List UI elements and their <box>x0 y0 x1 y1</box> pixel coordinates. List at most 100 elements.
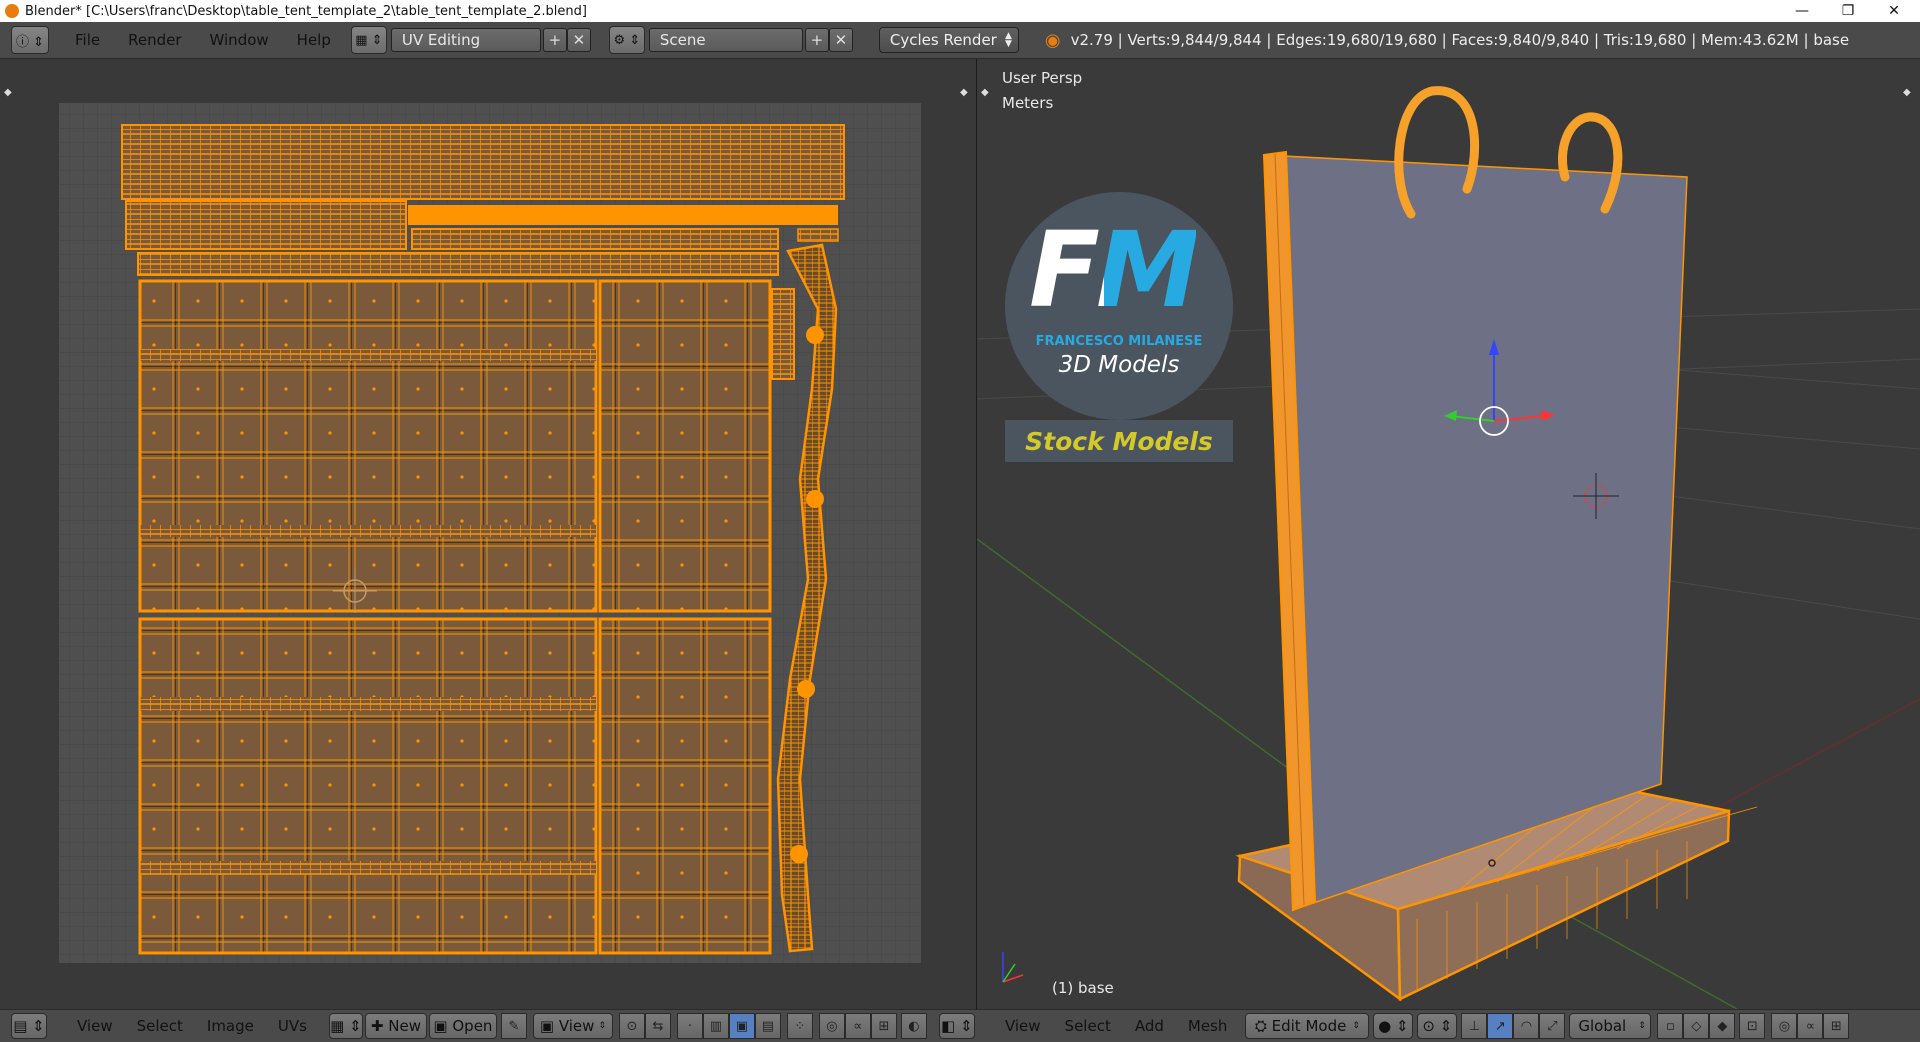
view-mode-icon: ▣ <box>539 1017 559 1035</box>
add-scene-icon[interactable]: + <box>804 28 829 52</box>
window-title: Blender* [C:\Users\franc\Desktop\table_t… <box>25 3 587 19</box>
restore-button[interactable]: ❐ <box>1826 0 1870 22</box>
transform-orientation-dropdown[interactable]: Global ⇕ <box>1569 1013 1652 1039</box>
dropdown-arrows-icon: ⇕ <box>1638 1021 1646 1031</box>
area-split-icon[interactable]: ◆ <box>1903 87 1911 98</box>
area-split-icon[interactable]: ◆ <box>981 87 989 98</box>
dropdown-arrows-icon: ▲ ▼ <box>1004 31 1012 49</box>
vertex-select-icon[interactable]: · <box>676 1013 703 1039</box>
vp-menu-add[interactable]: Add <box>1123 1017 1176 1035</box>
occlude-geometry-icon[interactable]: ⊡ <box>1739 1013 1766 1039</box>
vp-menu-select[interactable]: Select <box>1053 1017 1123 1035</box>
sync-selection-icon[interactable]: ⇆ <box>644 1013 671 1039</box>
sticky-selection-icon[interactable]: ⁘ <box>786 1013 813 1039</box>
uv-island-strip-solid[interactable] <box>408 205 838 225</box>
shading-mode-icon[interactable]: ● ⇕ <box>1373 1013 1414 1039</box>
remove-scene-icon[interactable]: ✕ <box>828 28 853 52</box>
menu-help[interactable]: Help <box>283 31 345 49</box>
uv-menu-view[interactable]: View <box>65 1017 125 1035</box>
uv-menu-image[interactable]: Image <box>195 1017 266 1035</box>
interaction-mode-dropdown[interactable]: ⛭ Edit Mode ⇕ <box>1245 1013 1370 1039</box>
uv-island-front-panel[interactable] <box>138 279 598 613</box>
edge-select-mode-icon[interactable]: ◇ <box>1683 1013 1710 1039</box>
bottom-headers: ▤ ⇕ View Select Image UVs ▦ ⇕ ✚ New ▣ Op… <box>0 1009 1920 1042</box>
manipulator-toggle-icon[interactable]: ⊥ <box>1461 1013 1488 1039</box>
new-image-button[interactable]: ✚ New <box>364 1013 427 1039</box>
screen-layout-field[interactable]: UV Editing <box>390 28 541 52</box>
logo-brand: FRANCESCO MILANESE <box>1035 334 1203 349</box>
blender-logo-icon <box>5 4 19 18</box>
axis-gizmo-icon <box>1002 952 1024 983</box>
render-engine-dropdown[interactable]: Cycles Render ▲ ▼ <box>878 27 1019 53</box>
uv-island-small-column[interactable] <box>771 288 795 380</box>
add-layout-icon[interactable]: + <box>542 28 567 52</box>
area-split-icon[interactable]: ◆ <box>960 87 968 98</box>
uv-image-editor[interactable]: ◆ ◆ <box>0 59 976 1009</box>
uv-island-tiny[interactable] <box>797 228 839 242</box>
uv-editor-type-icon[interactable]: ▤ ⇕ <box>11 1013 47 1039</box>
image-browse-icon[interactable]: ▦ ⇕ <box>328 1013 363 1039</box>
folder-icon: ▣ <box>433 1017 453 1035</box>
uv-menu-select[interactable]: Select <box>125 1017 195 1035</box>
viewport-editor-type-icon[interactable]: ◧ ⇕ <box>938 1013 975 1039</box>
proportional-edit-icon[interactable]: ◎ <box>818 1013 845 1039</box>
uv-island-side-panel[interactable] <box>598 279 772 613</box>
translate-manipulator-icon[interactable]: ↗ <box>1487 1013 1514 1039</box>
close-button[interactable]: ✕ <box>1872 0 1916 22</box>
edit-mode-icon: ⛭ <box>1254 1017 1272 1035</box>
vp-menu-view[interactable]: View <box>993 1017 1053 1035</box>
uv-canvas[interactable]: ◆ ◆ <box>0 59 976 1009</box>
area-split-icon[interactable]: ◆ <box>4 87 12 98</box>
screen-layout-icon[interactable]: ▦ ⇕ <box>350 26 387 54</box>
scene-stats: v2.79 | Verts:9,844/9,844 | Edges:19,680… <box>1070 31 1850 49</box>
view-name-label: User Persp <box>1002 69 1083 87</box>
uv-island-strip-lower[interactable] <box>137 252 779 276</box>
transform-orientation-label: Global <box>1578 1017 1627 1035</box>
minimize-button[interactable]: — <box>1780 0 1824 22</box>
view-mode-dropdown[interactable]: ▣ View ⇕ <box>532 1013 613 1039</box>
snap-icon[interactable]: ∝ <box>844 1013 871 1039</box>
blender-logo-icon: ◉ <box>1044 29 1061 51</box>
snap-target-icon[interactable]: ⊞ <box>870 1013 897 1039</box>
edge-select-icon[interactable]: ▥ <box>702 1013 729 1039</box>
face-select-mode-icon[interactable]: ◆ <box>1709 1013 1736 1039</box>
uv-seam-band <box>140 525 596 537</box>
uv-vertex-cluster <box>797 680 815 698</box>
vp-proportional-edit-icon[interactable]: ◎ <box>1771 1013 1798 1039</box>
mesh-panel[interactable] <box>1262 150 1688 912</box>
view-mode-label: View <box>558 1017 595 1035</box>
scene-icon[interactable]: ⚙ ⇕ <box>608 26 645 54</box>
uv-seam-band <box>140 349 596 361</box>
uv-menu-uvs[interactable]: UVs <box>266 1017 319 1035</box>
face-select-icon[interactable]: ▣ <box>728 1013 755 1039</box>
interaction-mode-label: Edit Mode <box>1271 1017 1347 1035</box>
scene-field[interactable]: Scene <box>648 28 803 52</box>
pivot-icon[interactable]: ⊙ <box>618 1013 645 1039</box>
open-image-label: Open <box>452 1017 493 1035</box>
vp-snap-target-icon[interactable]: ⊞ <box>1823 1013 1850 1039</box>
vp-snap-icon[interactable]: ∝ <box>1797 1013 1824 1039</box>
pin-image-icon[interactable]: ✎ <box>500 1013 527 1039</box>
3d-viewport[interactable]: ◆ ◆ User Persp Meters (1) base FM FRANCE… <box>977 59 1920 1009</box>
info-header: ⓘ ⇕ File Render Window Help ▦ ⇕ UV Editi… <box>0 22 1920 59</box>
uv-seam-band <box>140 861 596 875</box>
vp-menu-mesh[interactable]: Mesh <box>1176 1017 1240 1035</box>
uv-island-top-strips[interactable] <box>121 124 845 200</box>
info-editor-type-icon[interactable]: ⓘ ⇕ <box>11 26 49 54</box>
uv-island-base-panel[interactable] <box>598 617 772 955</box>
vertex-select-mode-icon[interactable]: ▫ <box>1657 1013 1684 1039</box>
scale-manipulator-icon[interactable]: ⤢ <box>1539 1013 1566 1039</box>
logo-subtitle: 3D Models <box>1058 352 1180 378</box>
remove-layout-icon[interactable]: ✕ <box>566 28 591 52</box>
uv-island-strip-left[interactable] <box>125 200 407 250</box>
island-select-icon[interactable]: ▤ <box>754 1013 781 1039</box>
rotate-manipulator-icon[interactable]: ◠ <box>1513 1013 1540 1039</box>
pivot-point-icon[interactable]: ⊙ ⇕ <box>1417 1013 1458 1039</box>
menu-window[interactable]: Window <box>196 31 283 49</box>
menu-render[interactable]: Render <box>114 31 195 49</box>
uv-extra-icon[interactable]: ◐ <box>900 1013 927 1039</box>
uv-island-back-panel[interactable] <box>138 617 598 955</box>
menu-file[interactable]: File <box>61 31 114 49</box>
uv-island-strip-mid[interactable] <box>411 228 779 250</box>
open-image-button[interactable]: ▣ Open <box>428 1013 497 1039</box>
